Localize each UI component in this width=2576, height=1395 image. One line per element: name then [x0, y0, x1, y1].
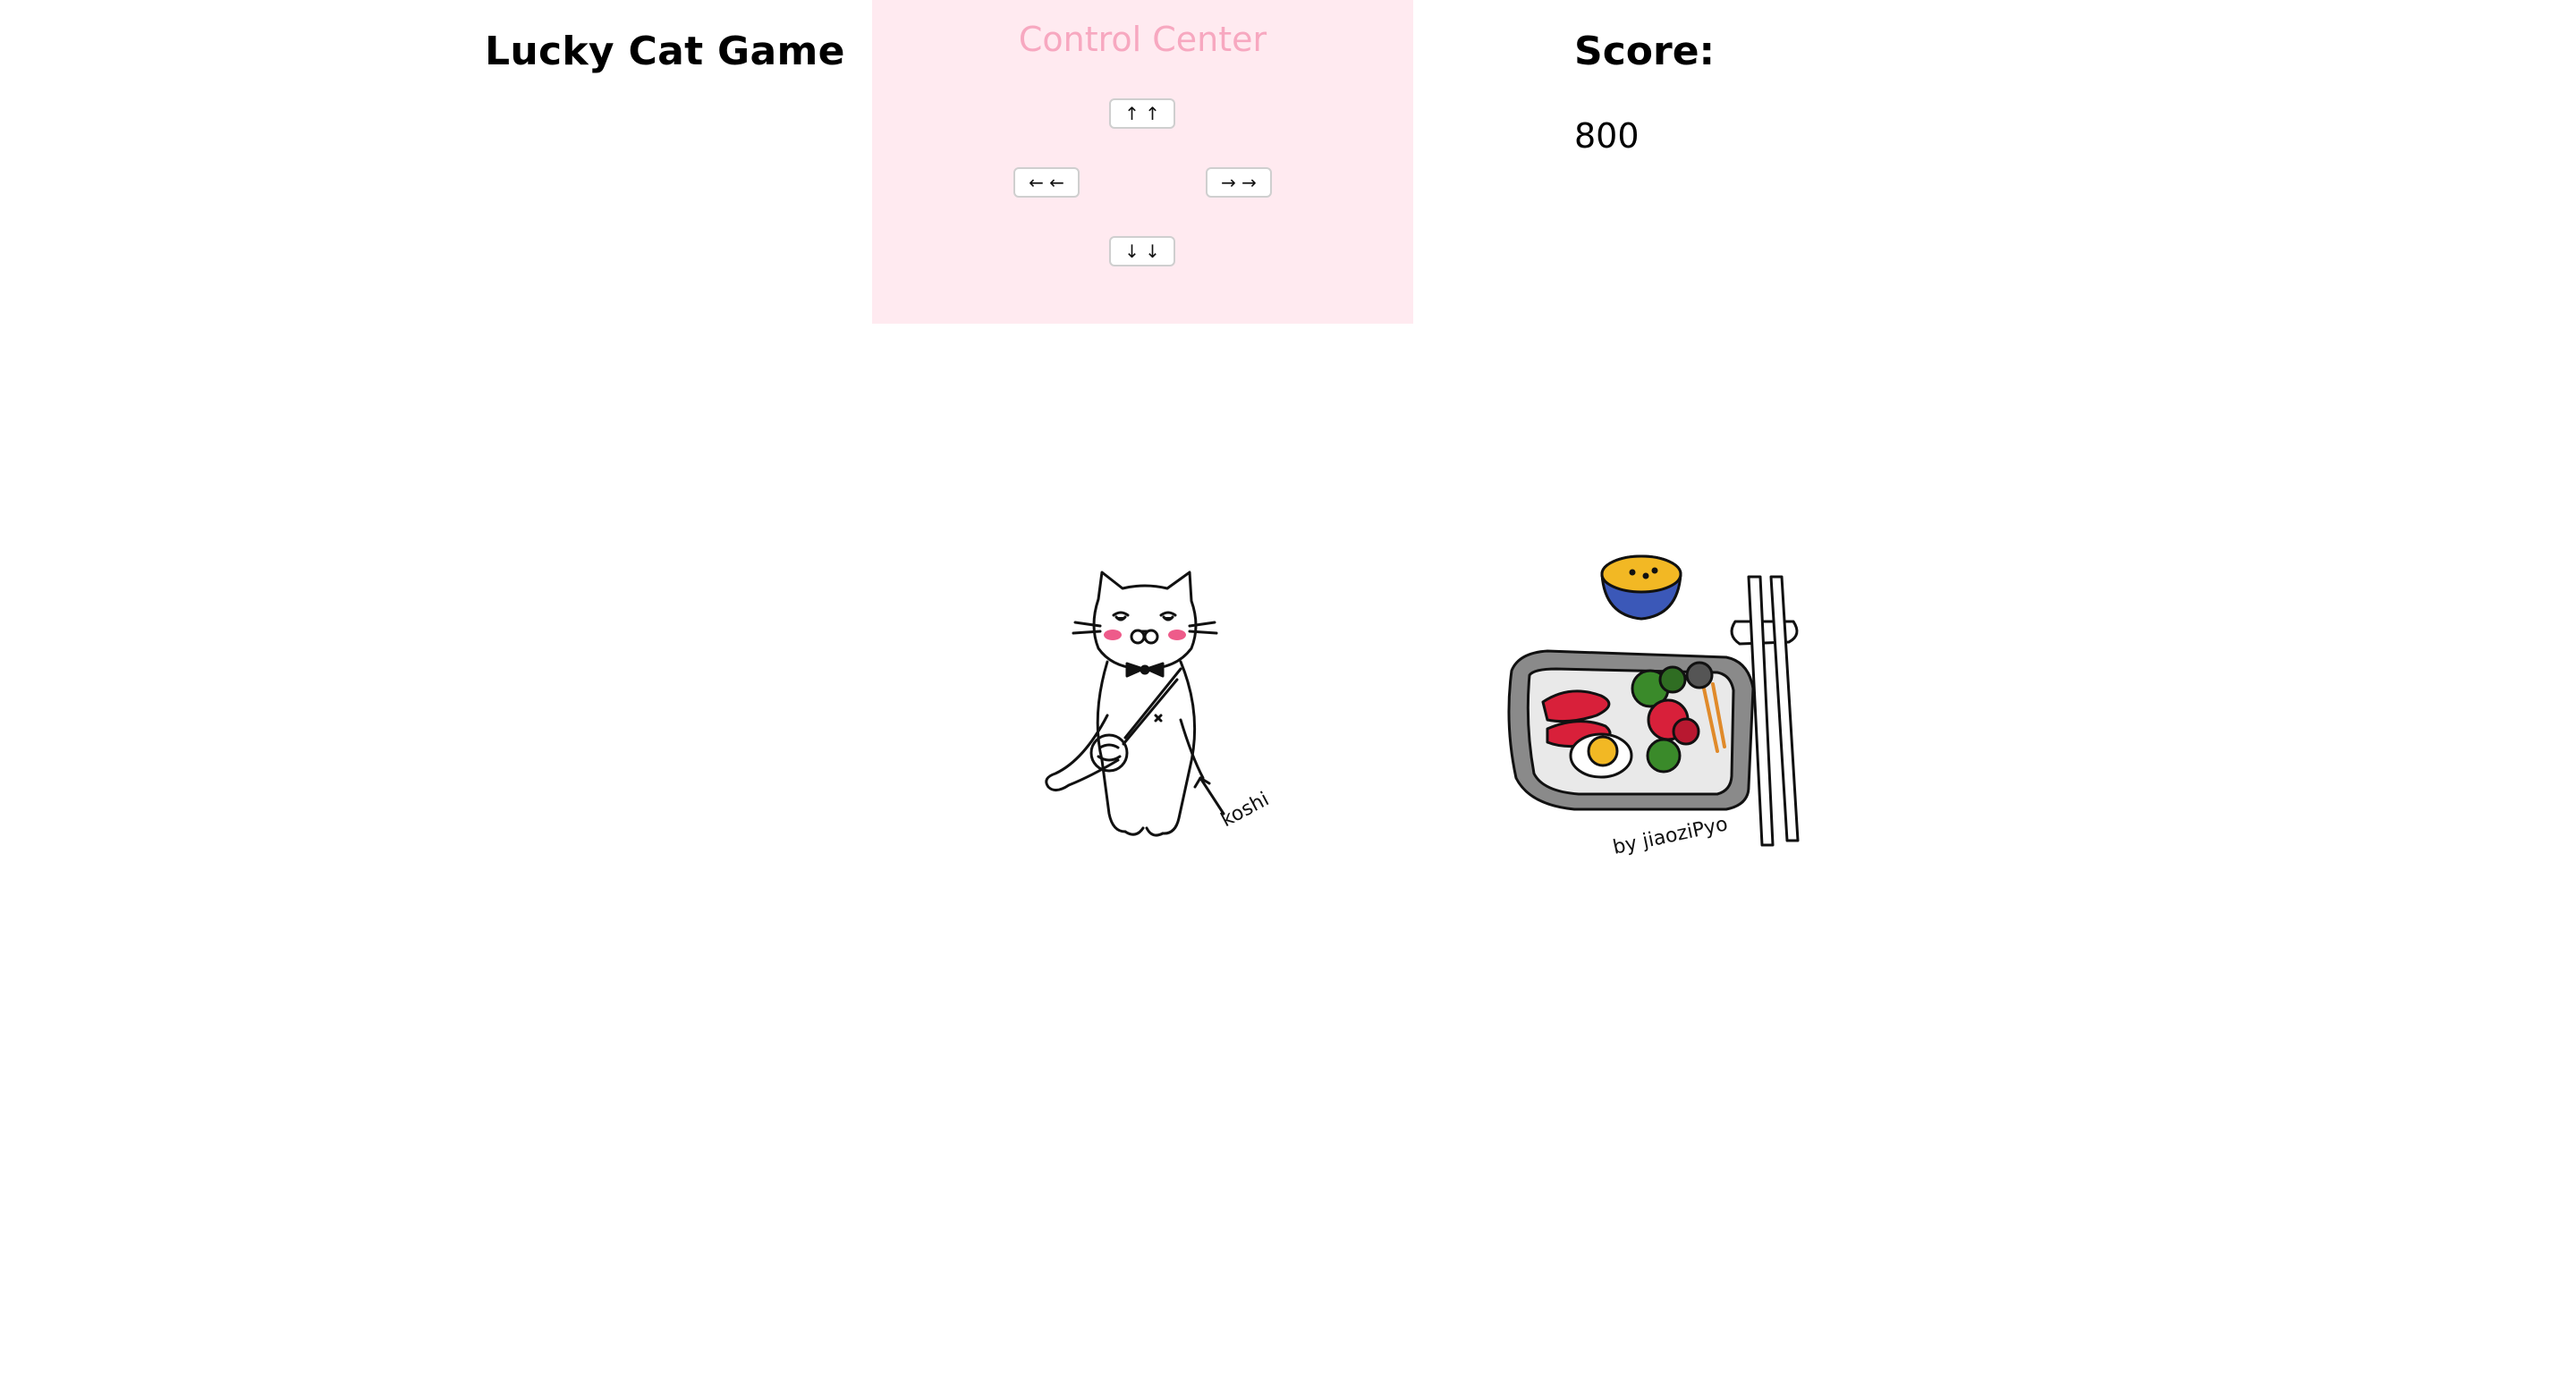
- move-left-button[interactable]: ← ←: [1013, 167, 1080, 198]
- move-down-button[interactable]: ↓ ↓: [1109, 236, 1175, 266]
- bento-box-sprite: by jiaoziPyo: [1494, 537, 1834, 867]
- lucky-cat-icon: koshi: [1045, 571, 1273, 837]
- svg-text:koshi: koshi: [1217, 788, 1273, 832]
- control-center-panel: Control Center ↑ ↑ ← ← → → ↓ ↓: [872, 0, 1413, 324]
- score-label: Score:: [1574, 29, 1716, 74]
- page-title: Lucky Cat Game: [485, 29, 845, 74]
- game-page: Lucky Cat Game Control Center ↑ ↑ ← ← → …: [0, 0, 2576, 1395]
- svg-text:by jiaoziPyo: by jiaoziPyo: [1611, 813, 1730, 859]
- move-right-button[interactable]: → →: [1206, 167, 1272, 198]
- score-value: 800: [1574, 116, 1640, 156]
- lucky-cat-sprite: koshi: [1002, 563, 1288, 858]
- control-center-title: Control Center: [1018, 20, 1267, 59]
- bento-box-icon: by jiaoziPyo: [1507, 554, 1800, 859]
- move-up-button[interactable]: ↑ ↑: [1109, 98, 1175, 129]
